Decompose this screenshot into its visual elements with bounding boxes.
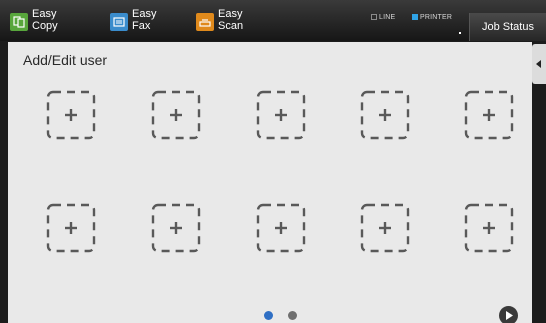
top-bar: Easy Copy Easy Fax Easy Scan LINE PRINTE… xyxy=(0,0,546,41)
copy-icon xyxy=(10,13,28,31)
add-user-slot-4[interactable] xyxy=(360,90,410,140)
add-user-plus-icon xyxy=(151,90,201,140)
easy-fax-button[interactable]: Easy Fax xyxy=(110,8,156,34)
add-user-slot-6[interactable] xyxy=(46,203,96,253)
play-arrow-icon xyxy=(505,311,513,320)
easy-scan-line2: Scan xyxy=(218,20,244,32)
line-led-icon xyxy=(371,14,377,20)
add-user-slot-5[interactable] xyxy=(464,90,514,140)
add-user-plus-icon xyxy=(360,203,410,253)
add-user-plus-icon xyxy=(464,90,514,140)
right-edge-strip xyxy=(532,84,546,323)
add-user-slot-9[interactable] xyxy=(360,203,410,253)
line-status-indicator: LINE xyxy=(371,12,395,22)
chevron-left-icon xyxy=(536,60,541,68)
easy-scan-button[interactable]: Easy Scan xyxy=(196,8,243,34)
add-user-slot-3[interactable] xyxy=(256,90,306,140)
add-user-plus-icon xyxy=(256,203,306,253)
printer-status-indicator: PRINTER xyxy=(412,12,452,22)
easy-copy-line1: Easy xyxy=(32,8,57,20)
easy-copy-line2: Copy xyxy=(32,20,58,32)
status-dot-icon xyxy=(459,32,461,34)
add-user-plus-icon xyxy=(256,90,306,140)
main-panel xyxy=(8,42,532,323)
easy-scan-line1: Easy xyxy=(218,8,243,20)
easy-fax-label: Easy Fax xyxy=(132,8,156,32)
add-user-plus-icon xyxy=(151,203,201,253)
page-title: Add/Edit user xyxy=(23,52,108,68)
printer-led-icon xyxy=(412,14,418,20)
pager-dot-page-1[interactable] xyxy=(264,311,273,320)
job-status-button[interactable]: Job Status xyxy=(469,13,546,41)
add-user-plus-icon xyxy=(46,90,96,140)
easy-scan-label: Easy Scan xyxy=(218,8,243,32)
easy-fax-line1: Easy xyxy=(132,8,157,20)
add-user-plus-icon xyxy=(46,203,96,253)
side-panel-toggle[interactable] xyxy=(532,44,546,84)
printer-status-label: PRINTER xyxy=(420,13,453,21)
pager-dot-page-2[interactable] xyxy=(288,311,297,320)
fax-icon xyxy=(110,13,128,31)
add-user-plus-icon xyxy=(464,203,514,253)
line-status-label: LINE xyxy=(379,13,396,21)
add-user-slot-2[interactable] xyxy=(151,90,201,140)
add-user-plus-icon xyxy=(360,90,410,140)
add-user-slot-1[interactable] xyxy=(46,90,96,140)
easy-fax-line2: Fax xyxy=(132,20,151,32)
add-user-slot-7[interactable] xyxy=(151,203,201,253)
easy-copy-button[interactable]: Easy Copy xyxy=(10,8,58,34)
add-user-slot-10[interactable] xyxy=(464,203,514,253)
next-page-button[interactable] xyxy=(499,306,518,323)
scan-icon xyxy=(196,13,214,31)
add-user-slot-8[interactable] xyxy=(256,203,306,253)
easy-copy-label: Easy Copy xyxy=(32,8,58,32)
